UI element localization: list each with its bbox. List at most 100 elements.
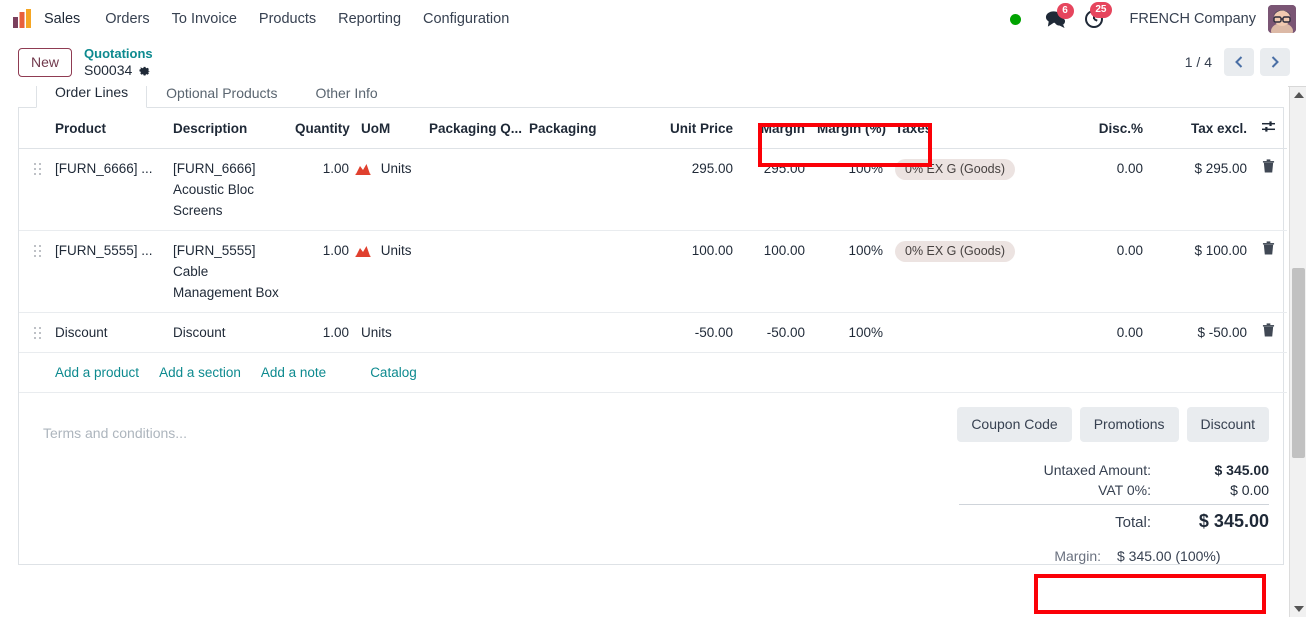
nav-item-orders[interactable]: Orders bbox=[94, 6, 160, 32]
column-header-description[interactable]: Description bbox=[167, 108, 289, 149]
cell-description[interactable]: [FURN_5555] Cable Management Box bbox=[167, 230, 289, 313]
row-delete-button[interactable] bbox=[1253, 312, 1287, 353]
trash-icon[interactable] bbox=[1262, 241, 1275, 258]
promotions-button[interactable]: Promotions bbox=[1079, 407, 1179, 442]
margin-total-value: $ 345.00 (100%) bbox=[1117, 548, 1221, 564]
scrollbar-thumb[interactable] bbox=[1292, 268, 1305, 458]
tax-tag: 0% EX G (Goods) bbox=[895, 241, 1016, 262]
table-row[interactable]: [FURN_5555] ... [FURN_5555] Cable Manage… bbox=[19, 230, 1287, 313]
scroll-down-arrow-icon[interactable] bbox=[1290, 600, 1306, 617]
cell-product[interactable]: [FURN_6666] ... bbox=[49, 148, 167, 231]
pager-next-button[interactable] bbox=[1260, 48, 1290, 76]
nav-item-to-invoice[interactable]: To Invoice bbox=[161, 6, 248, 32]
forecast-report-icon[interactable] bbox=[355, 160, 371, 181]
cell-quantity[interactable]: 1.00 bbox=[289, 148, 355, 231]
row-drag-handle[interactable] bbox=[19, 312, 49, 353]
cell-unit-price[interactable]: 100.00 bbox=[631, 230, 739, 313]
breadcrumb: Quotations S00034 bbox=[84, 46, 153, 79]
column-header-taxes[interactable]: Taxes bbox=[889, 108, 1045, 149]
cell-unit-price[interactable]: 295.00 bbox=[631, 148, 739, 231]
row-delete-button[interactable] bbox=[1253, 148, 1287, 231]
cell-description[interactable]: Discount bbox=[167, 312, 289, 353]
drag-handle-icon[interactable] bbox=[34, 163, 42, 176]
scrollbar-top-divider bbox=[1288, 86, 1306, 87]
column-header-uom[interactable]: UoM bbox=[355, 108, 423, 149]
row-drag-handle[interactable] bbox=[19, 148, 49, 231]
cell-quantity[interactable]: 1.00 bbox=[289, 312, 355, 353]
tab-order-lines[interactable]: Order Lines bbox=[36, 86, 148, 108]
activities-button[interactable]: 25 bbox=[1076, 2, 1112, 29]
drag-handle-icon[interactable] bbox=[34, 245, 42, 258]
terms-and-conditions-field[interactable]: Terms and conditions... bbox=[19, 407, 853, 564]
cell-packaging-qty[interactable] bbox=[423, 312, 523, 353]
column-header-margin[interactable]: Margin bbox=[739, 108, 811, 149]
cell-product[interactable]: Discount bbox=[49, 312, 167, 353]
add-a-section-link[interactable]: Add a section bbox=[159, 362, 241, 383]
user-avatar-icon[interactable] bbox=[1268, 5, 1296, 33]
record-name: S00034 bbox=[84, 61, 133, 78]
margin-total-label: Margin: bbox=[1054, 548, 1101, 564]
row-drag-handle[interactable] bbox=[19, 230, 49, 313]
row-delete-button[interactable] bbox=[1253, 230, 1287, 313]
new-record-button[interactable]: New bbox=[18, 47, 73, 77]
table-row[interactable]: Discount Discount 1.00 Units -50.00 -50.… bbox=[19, 312, 1287, 353]
cell-discount[interactable]: 0.00 bbox=[1045, 230, 1149, 313]
cell-description[interactable]: [FURN_6666] Acoustic Bloc Screens bbox=[167, 148, 289, 231]
company-name[interactable]: FRENCH Company bbox=[1130, 11, 1257, 27]
cell-unit-price[interactable]: -50.00 bbox=[631, 312, 739, 353]
cell-taxes[interactable] bbox=[889, 312, 1045, 353]
odoo-sales-logo-icon[interactable] bbox=[12, 8, 34, 30]
breadcrumb-parent-quotations[interactable]: Quotations bbox=[84, 46, 153, 62]
messages-button[interactable]: 6 bbox=[1037, 3, 1074, 28]
add-a-product-link[interactable]: Add a product bbox=[55, 362, 139, 383]
breadcrumb-current-record: S00034 bbox=[84, 62, 153, 79]
table-row[interactable]: [FURN_6666] ... [FURN_6666] Acoustic Blo… bbox=[19, 148, 1287, 231]
nav-item-reporting[interactable]: Reporting bbox=[327, 6, 412, 32]
column-header-unit-price[interactable]: Unit Price bbox=[631, 108, 739, 149]
drag-handle-icon[interactable] bbox=[34, 327, 42, 340]
cell-discount[interactable]: 0.00 bbox=[1045, 148, 1149, 231]
column-options-icon[interactable] bbox=[1253, 108, 1287, 149]
vat-label[interactable]: VAT 0%: bbox=[959, 482, 1167, 498]
trash-icon[interactable] bbox=[1262, 323, 1275, 340]
forecast-report-icon[interactable] bbox=[355, 242, 371, 263]
chevron-right-icon bbox=[1271, 56, 1279, 68]
cell-packaging[interactable] bbox=[523, 230, 631, 313]
cell-packaging-qty[interactable] bbox=[423, 148, 523, 231]
column-header-margin-percent[interactable]: Margin (%) bbox=[811, 108, 889, 149]
totals-row-total: Total: $ 345.00 bbox=[959, 504, 1269, 534]
trash-icon[interactable] bbox=[1262, 159, 1275, 176]
column-header-product[interactable]: Product bbox=[49, 108, 167, 149]
cell-uom[interactable]: Units bbox=[355, 230, 423, 313]
cell-discount[interactable]: 0.00 bbox=[1045, 312, 1149, 353]
cell-product[interactable]: [FURN_5555] ... bbox=[49, 230, 167, 313]
discount-button[interactable]: Discount bbox=[1186, 407, 1269, 442]
pager-previous-button[interactable] bbox=[1224, 48, 1254, 76]
add-a-note-link[interactable]: Add a note bbox=[261, 362, 326, 383]
vertical-scrollbar[interactable] bbox=[1289, 86, 1306, 617]
column-header-packaging[interactable]: Packaging bbox=[523, 108, 631, 149]
cell-packaging-qty[interactable] bbox=[423, 230, 523, 313]
column-header-tax-excluded[interactable]: Tax excl. bbox=[1149, 108, 1253, 149]
uom-value: Units bbox=[361, 325, 392, 340]
quantity-value: 1.00 bbox=[322, 325, 349, 340]
cell-taxes[interactable]: 0% EX G (Goods) bbox=[889, 230, 1045, 313]
cell-packaging[interactable] bbox=[523, 312, 631, 353]
gear-icon[interactable] bbox=[138, 64, 151, 77]
cell-uom[interactable]: Units bbox=[355, 148, 423, 231]
tab-optional-products[interactable]: Optional Products bbox=[147, 86, 296, 108]
tab-other-info[interactable]: Other Info bbox=[296, 86, 396, 108]
scroll-up-arrow-icon[interactable] bbox=[1290, 86, 1306, 103]
cell-taxes[interactable]: 0% EX G (Goods) bbox=[889, 148, 1045, 231]
column-header-discount[interactable]: Disc.% bbox=[1045, 108, 1149, 149]
nav-item-products[interactable]: Products bbox=[248, 6, 327, 32]
cell-packaging[interactable] bbox=[523, 148, 631, 231]
column-header-packaging-qty[interactable]: Packaging Q... bbox=[423, 108, 523, 149]
cell-quantity[interactable]: 1.00 bbox=[289, 230, 355, 313]
column-header-quantity[interactable]: Quantity bbox=[289, 108, 355, 149]
cell-uom[interactable]: Units bbox=[355, 312, 423, 353]
coupon-code-button[interactable]: Coupon Code bbox=[957, 407, 1072, 442]
nav-item-configuration[interactable]: Configuration bbox=[412, 6, 520, 32]
catalog-link[interactable]: Catalog bbox=[370, 362, 417, 383]
nav-app-name[interactable]: Sales bbox=[44, 6, 94, 32]
